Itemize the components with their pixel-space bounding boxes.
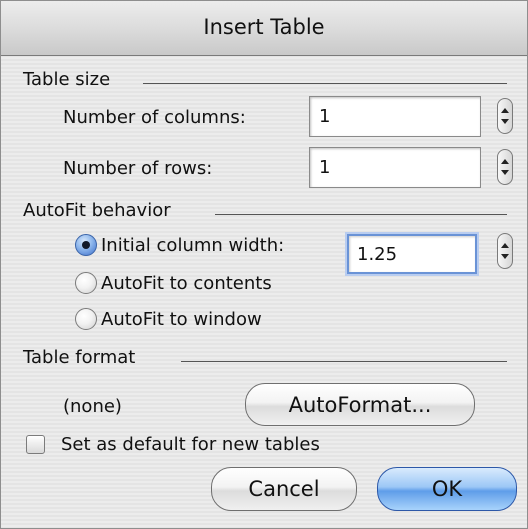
title-bar[interactable]: Insert Table [1,1,527,56]
stepper-up-icon [501,243,509,248]
columns-input[interactable]: 1 [309,96,481,137]
cancel-button[interactable]: Cancel [211,467,357,511]
stepper-down-icon [501,170,509,175]
radio-autofit-contents[interactable] [75,272,97,294]
dialog-title: Insert Table [203,15,325,39]
autoformat-button[interactable]: AutoFormat... [245,383,475,426]
initial-column-width-label[interactable]: Initial column width: [101,235,284,256]
columns-stepper[interactable] [497,98,513,134]
ok-button[interactable]: OK [377,467,517,511]
rows-stepper[interactable] [497,149,513,185]
table-size-heading: Table size [23,69,111,90]
radio-initial-column-width[interactable] [75,234,97,256]
stepper-up-icon [501,159,509,164]
autofit-window-label[interactable]: AutoFit to window [101,309,262,330]
insert-table-dialog: Insert Table Table size Number of column… [0,0,528,529]
table-format-current: (none) [63,396,122,417]
stepper-up-icon [501,108,509,113]
stepper-down-icon [501,254,509,259]
table-size-divider [143,83,507,84]
rows-input[interactable]: 1 [309,147,481,188]
table-format-heading: Table format [23,347,136,368]
rows-label: Number of rows: [63,158,213,179]
autofit-contents-label[interactable]: AutoFit to contents [101,273,272,294]
autofit-divider [215,214,507,215]
radio-autofit-window[interactable] [75,308,97,330]
stepper-down-icon [501,119,509,124]
columns-label: Number of columns: [63,107,246,128]
autoformat-button-label: AutoFormat... [288,393,432,417]
set-default-label[interactable]: Set as default for new tables [61,434,320,455]
set-default-checkbox[interactable] [26,435,45,454]
cancel-button-label: Cancel [248,477,320,501]
ok-button-label: OK [431,477,463,501]
column-width-stepper[interactable] [497,233,513,269]
autofit-heading: AutoFit behavior [23,200,171,221]
radio-selected-dot [82,241,90,249]
table-format-divider [181,361,507,362]
column-width-input[interactable]: 1.25 [347,234,477,274]
